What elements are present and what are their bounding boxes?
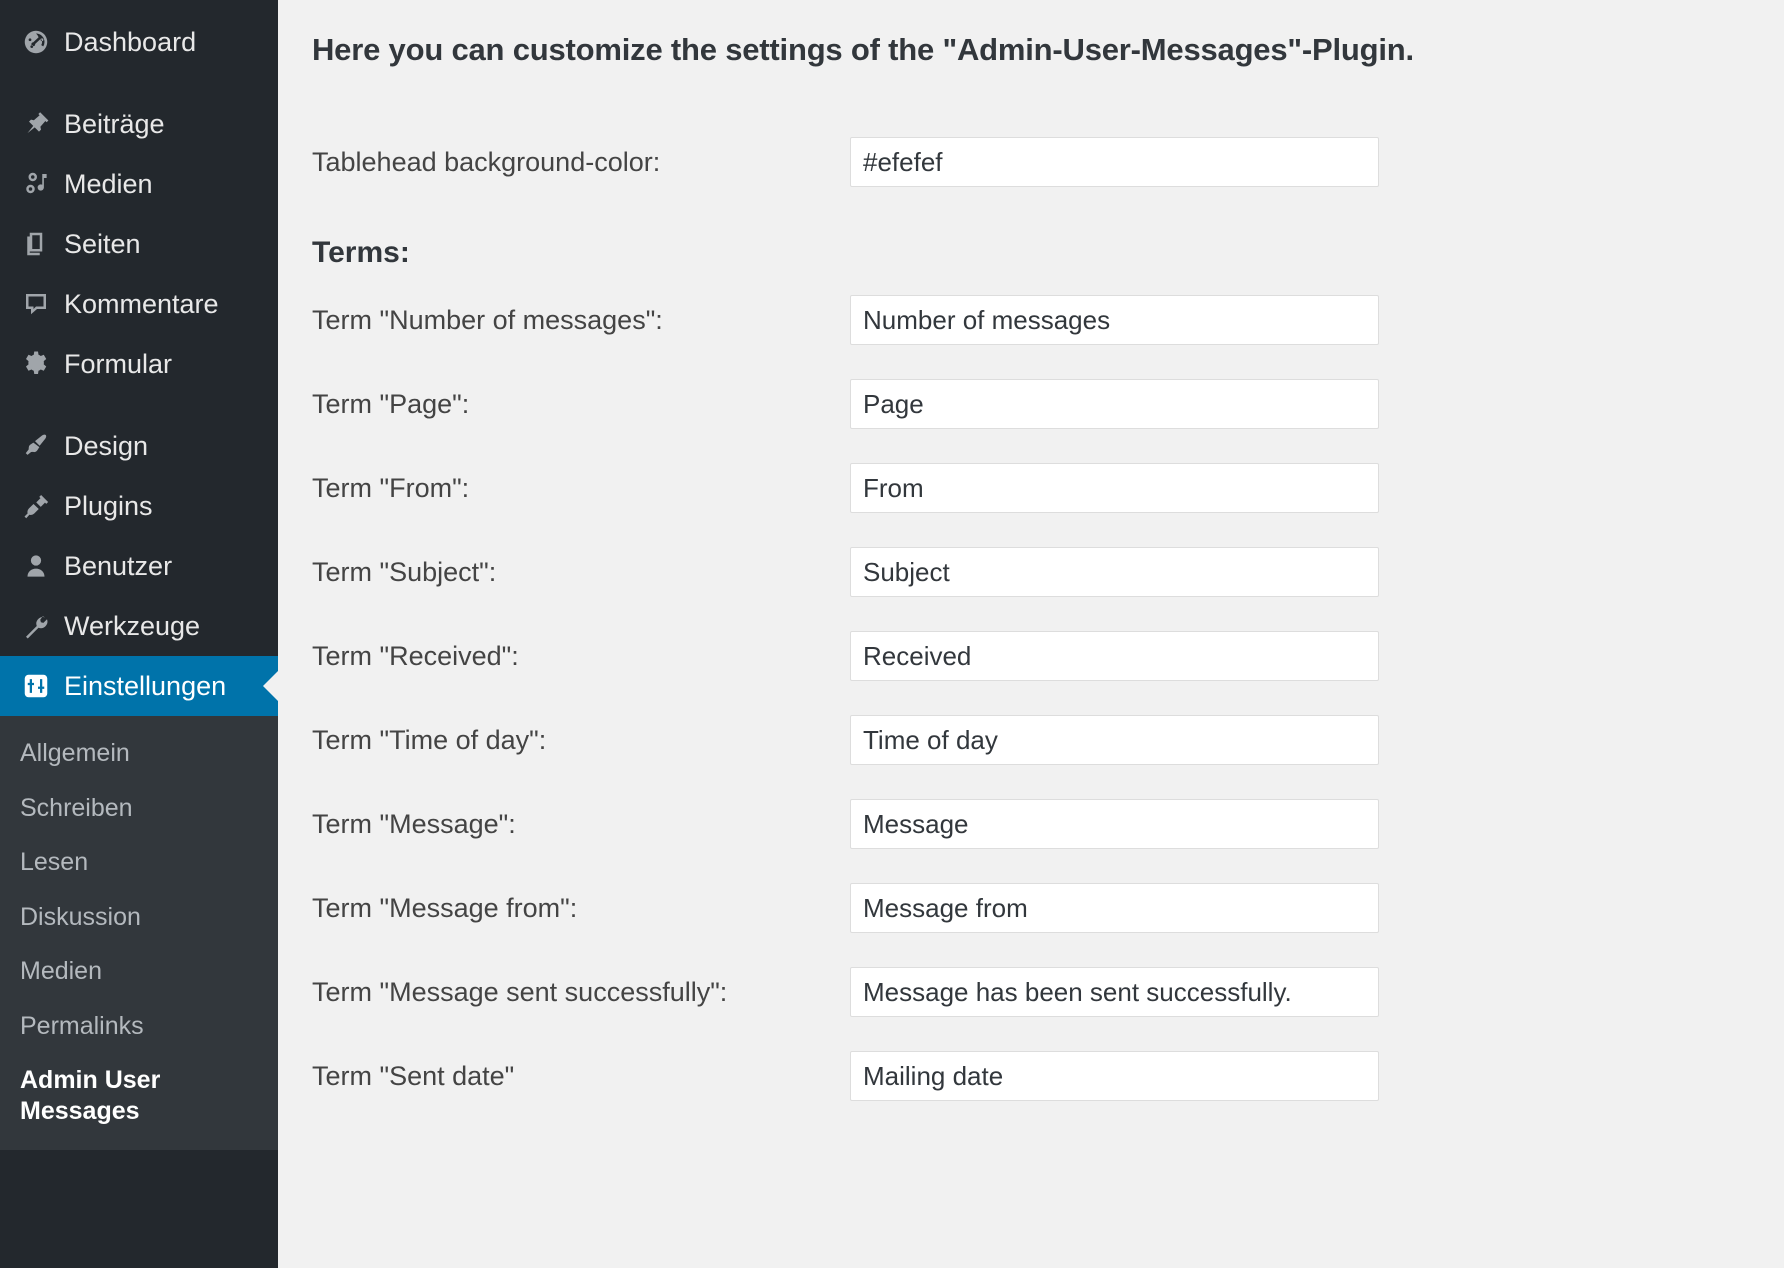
sidebar-item-label: Seiten: [64, 228, 141, 259]
term-row: Term "Subject":: [312, 536, 1784, 608]
term-label: Term "Number of messages":: [312, 304, 663, 335]
term-field: [850, 715, 1379, 765]
page-title: Here you can customize the settings of t…: [312, 32, 1414, 67]
settings-sliders-icon: [8, 671, 64, 701]
sidebar-item-beitr-ge[interactable]: Beiträge: [0, 94, 278, 154]
term-label: Term "Time of day":: [312, 724, 547, 755]
term-input[interactable]: [850, 463, 1379, 513]
term-row: Term "Sent date": [312, 1040, 1784, 1112]
term-label: Term "Message from":: [312, 892, 578, 923]
term-input[interactable]: [850, 295, 1379, 345]
term-field: [850, 631, 1379, 681]
admin-settings-screen: Dashboard Beiträge Medien Seiten Kommentare F…: [0, 0, 1784, 1268]
term-input[interactable]: [850, 379, 1379, 429]
admin-sidebar: Dashboard Beiträge Medien Seiten Kommentare F…: [0, 0, 278, 1268]
pages-icon: [8, 229, 64, 259]
term-label: Term "Message":: [312, 808, 516, 839]
dashboard-icon: [8, 27, 64, 57]
sidebar-item-label: Benutzer: [64, 550, 173, 581]
term-input[interactable]: [850, 883, 1379, 933]
sidebar-separator: [0, 72, 278, 94]
sidebar-separator: [0, 394, 278, 416]
sidebar-item-werkzeuge[interactable]: Werkzeuge: [0, 596, 278, 656]
sidebar-item-label: Werkzeuge: [64, 610, 201, 641]
sidebar-item-kommentare[interactable]: Kommentare: [0, 274, 278, 334]
term-label: Term "Received":: [312, 640, 519, 671]
term-input[interactable]: [850, 1051, 1379, 1101]
user-icon: [8, 551, 64, 581]
term-label: Term "Sent date": [312, 1060, 515, 1091]
plug-icon: [8, 491, 64, 521]
term-field: [850, 295, 1379, 345]
term-row: Term "From":: [312, 452, 1784, 524]
term-label: Term "Page":: [312, 388, 470, 419]
tablehead-bgcolor-input[interactable]: [850, 137, 1379, 187]
wrench-icon: [8, 611, 64, 641]
term-field: [850, 967, 1379, 1017]
sidebar-item-label: Design: [64, 430, 149, 461]
term-row: Term "Page":: [312, 368, 1784, 440]
sidebar-item-seiten[interactable]: Seiten: [0, 214, 278, 274]
term-row: Term "Number of messages":: [312, 284, 1784, 356]
term-row: Term "Time of day":: [312, 704, 1784, 776]
submenu-item-lesen[interactable]: Lesen: [0, 835, 278, 890]
term-label: Term "Subject":: [312, 556, 497, 587]
term-input[interactable]: [850, 799, 1379, 849]
term-input[interactable]: [850, 715, 1379, 765]
sidebar-item-label: Dashboard: [64, 26, 197, 57]
sidebar-item-label: Einstellungen: [64, 670, 227, 701]
term-input[interactable]: [850, 631, 1379, 681]
sidebar-submenu: Allgemein Schreiben Lesen Diskussion Medien P…: [0, 716, 278, 1150]
paintbrush-icon: [8, 431, 64, 461]
term-field: [850, 463, 1379, 513]
sidebar-item-label: Beiträge: [64, 108, 165, 139]
term-row: Term "Received":: [312, 620, 1784, 692]
submenu-item-permalinks[interactable]: Permalinks: [0, 999, 278, 1054]
sidebar-item-benutzer[interactable]: Benutzer: [0, 536, 278, 596]
sidebar-item-formular[interactable]: Formular: [0, 334, 278, 394]
term-field: [850, 379, 1379, 429]
sidebar-item-design[interactable]: Design: [0, 416, 278, 476]
term-row: Term "Message sent successfully":: [312, 956, 1784, 1028]
sidebar-item-dashboard[interactable]: Dashboard: [0, 12, 278, 72]
submenu-item-diskussion[interactable]: Diskussion: [0, 890, 278, 945]
gear-icon: [8, 349, 64, 379]
settings-content: Here you can customize the settings of t…: [278, 0, 1784, 1268]
term-input[interactable]: [850, 967, 1379, 1017]
submenu-item-schreiben[interactable]: Schreiben: [0, 781, 278, 836]
term-field: [850, 883, 1379, 933]
term-field: [850, 1051, 1379, 1101]
term-field: [850, 547, 1379, 597]
tablehead-bgcolor-field: [850, 137, 1379, 187]
pin-icon: [8, 109, 64, 139]
sidebar-item-label: Formular: [64, 348, 173, 379]
submenu-item-admin-user-messages[interactable]: Admin User Messages: [0, 1053, 175, 1138]
submenu-item-allgemein[interactable]: Allgemein: [0, 726, 278, 781]
term-row: Term "Message":: [312, 788, 1784, 860]
sidebar-item-plugins[interactable]: Plugins: [0, 476, 278, 536]
tablehead-bgcolor-label: Tablehead background-color:: [312, 146, 661, 177]
media-icon: [8, 169, 64, 199]
comment-icon: [8, 289, 64, 319]
term-label: Term "From":: [312, 472, 470, 503]
sidebar-item-label: Medien: [64, 168, 153, 199]
term-row: Term "Message from":: [312, 872, 1784, 944]
sidebar-item-label: Plugins: [64, 490, 153, 521]
term-label: Term "Message sent successfully":: [312, 976, 728, 1007]
term-input[interactable]: [850, 547, 1379, 597]
terms-list: Term "Number of messages": Term "Page": Te…: [312, 284, 1784, 1112]
submenu-item-medien[interactable]: Medien: [0, 944, 278, 999]
tablehead-bgcolor-row: Tablehead background-color:: [312, 126, 1784, 198]
sidebar-item-label: Kommentare: [64, 288, 219, 319]
sidebar-item-einstellungen[interactable]: Einstellungen: [0, 656, 278, 716]
terms-heading: Terms:: [312, 236, 410, 269]
sidebar-menu: Dashboard Beiträge Medien Seiten Kommentare F…: [0, 12, 278, 716]
term-field: [850, 799, 1379, 849]
sidebar-item-medien[interactable]: Medien: [0, 154, 278, 214]
